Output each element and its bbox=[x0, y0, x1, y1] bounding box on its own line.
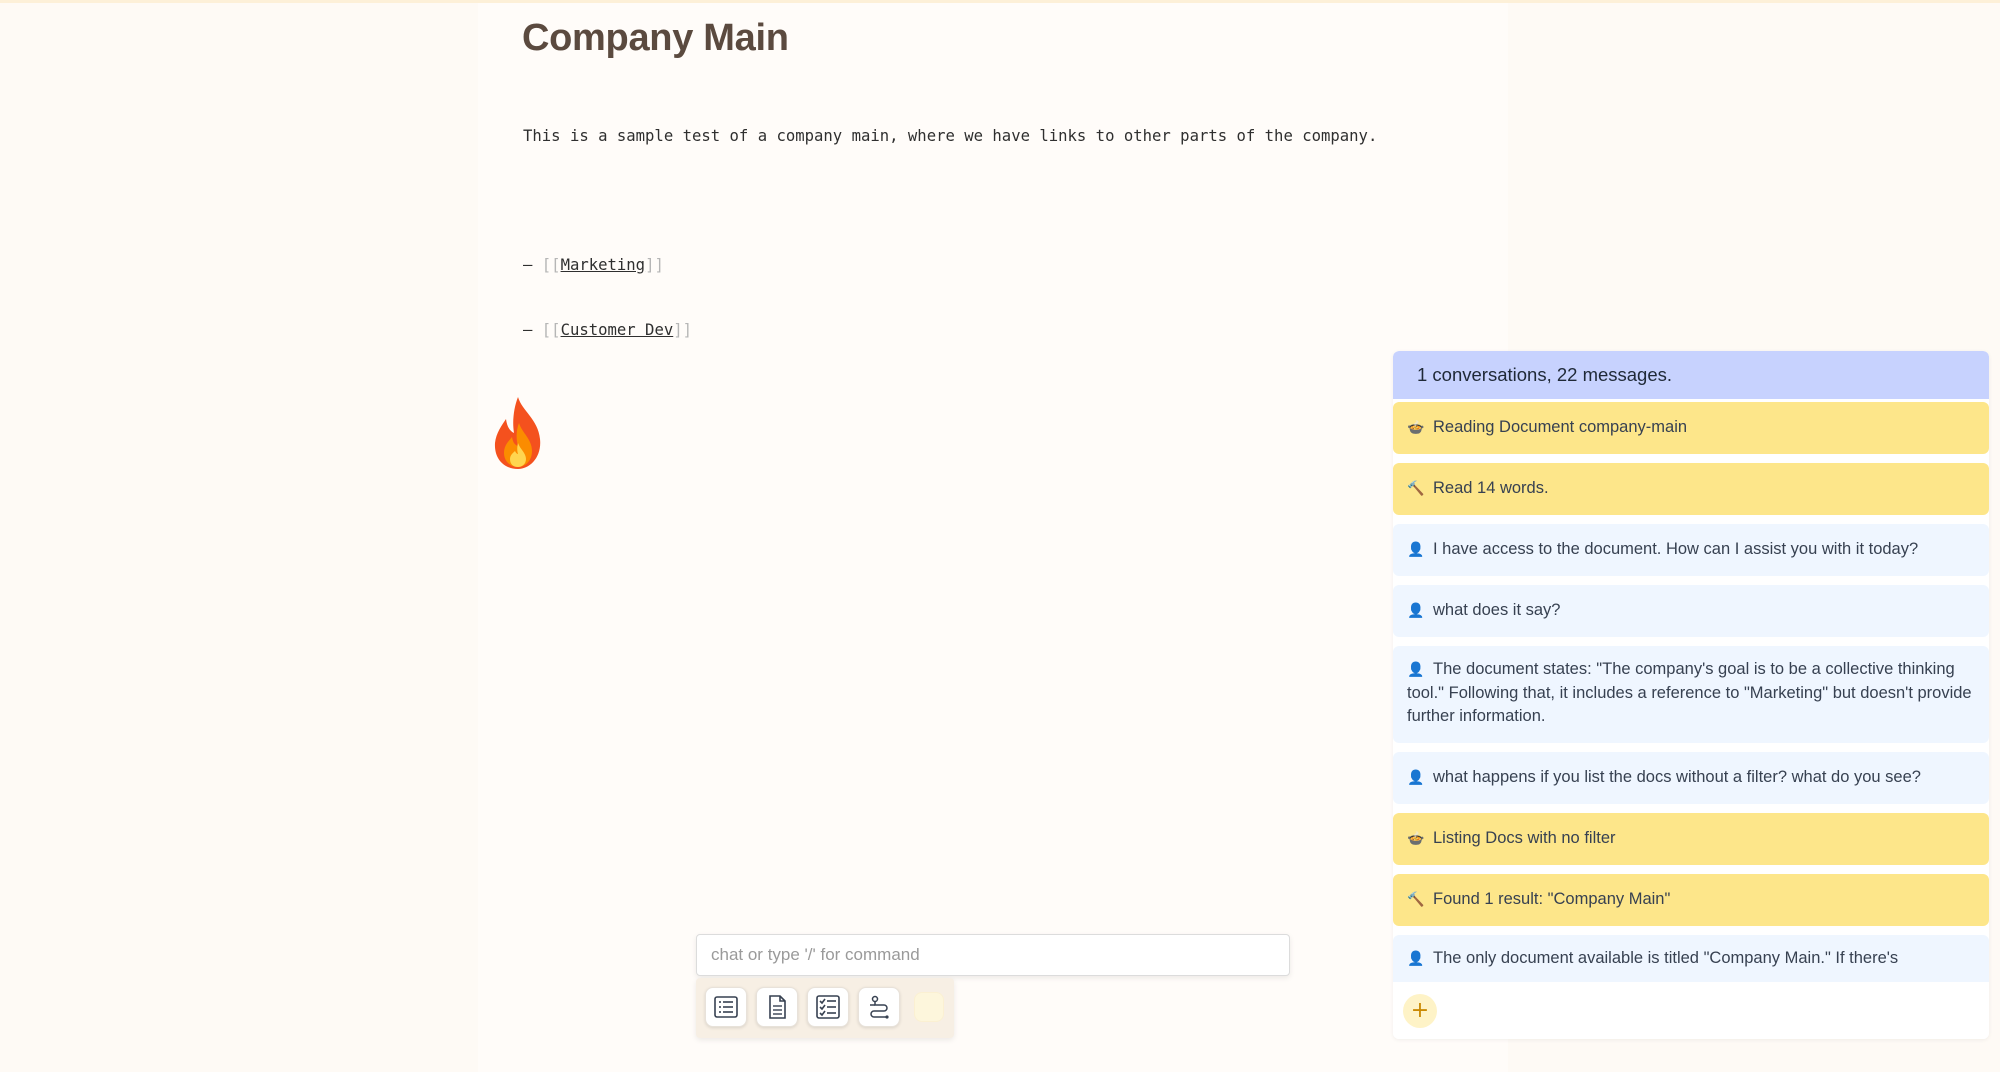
link-close-bracket: ]] bbox=[673, 320, 693, 339]
new-document-button[interactable] bbox=[756, 987, 798, 1027]
document-icon bbox=[769, 995, 786, 1019]
link-marketing[interactable]: Marketing bbox=[561, 256, 646, 274]
workflow-icon bbox=[870, 995, 889, 1019]
message-text: Listing Docs with no filter bbox=[1433, 829, 1616, 848]
composer-toolbar bbox=[696, 978, 954, 1038]
link-customer-dev[interactable]: Customer Dev bbox=[561, 321, 674, 339]
chat-panel: 1 conversations, 22 messages. 🍲 Reading D… bbox=[1393, 351, 1989, 1039]
message-text: Found 1 result: "Company Main" bbox=[1433, 890, 1671, 909]
flame-icon[interactable] bbox=[488, 395, 548, 471]
document-body[interactable]: This is a sample test of a company main,… bbox=[523, 83, 1377, 384]
message-item: 🍲 Listing Docs with no filter bbox=[1393, 813, 1989, 865]
message-item: 🍲 Reading Document company-main bbox=[1393, 402, 1989, 454]
message-item: 🔨 Found 1 result: "Company Main" bbox=[1393, 874, 1989, 926]
chat-panel-footer: + bbox=[1393, 982, 1989, 1039]
hammer-icon: 🔨 bbox=[1407, 891, 1425, 908]
list-item: – [[Customer Dev]] bbox=[523, 320, 1377, 342]
message-item: 👤 The document states: "The company's goa… bbox=[1393, 646, 1989, 743]
list-item: – [[Marketing]] bbox=[523, 255, 1377, 277]
message-text: what does it say? bbox=[1433, 601, 1561, 620]
message-text: I have access to the document. How can I… bbox=[1433, 540, 1919, 559]
message-item: 👤 I have access to the document. How can … bbox=[1393, 524, 1989, 576]
link-open-bracket: [[ bbox=[541, 320, 561, 339]
user-icon: 👤 bbox=[1407, 602, 1425, 619]
message-text: Reading Document company-main bbox=[1433, 418, 1688, 437]
list-bullet: – bbox=[523, 256, 542, 274]
message-item: 👤 what does it say? bbox=[1393, 585, 1989, 637]
message-text: Read 14 words. bbox=[1433, 479, 1549, 498]
message-text: what happens if you list the docs withou… bbox=[1433, 768, 1921, 787]
link-close-bracket: ]] bbox=[645, 256, 664, 274]
workflow-button[interactable] bbox=[858, 987, 900, 1027]
conversation-summary: 1 conversations, 22 messages. bbox=[1393, 351, 1989, 399]
hammer-icon: 🔨 bbox=[1407, 480, 1425, 497]
document-editor[interactable]: Company Main This is a sample test of a … bbox=[478, 3, 1508, 1072]
link-open-bracket: [[ bbox=[541, 256, 561, 274]
empty-slot bbox=[914, 992, 944, 1022]
user-icon: 👤 bbox=[1407, 950, 1425, 966]
user-icon: 👤 bbox=[1407, 769, 1425, 786]
pot-icon: 🍲 bbox=[1407, 419, 1425, 436]
list-bullet: – bbox=[523, 320, 542, 339]
pot-icon: 🍲 bbox=[1407, 830, 1425, 847]
list-button[interactable] bbox=[705, 987, 747, 1027]
message-list[interactable]: 🍲 Reading Document company-main 🔨 Read 14 … bbox=[1393, 399, 1989, 982]
list-icon bbox=[714, 996, 738, 1018]
document-intro: This is a sample test of a company main,… bbox=[523, 127, 1378, 145]
message-text: The document states: "The company's goal… bbox=[1407, 660, 1972, 725]
user-icon: 👤 bbox=[1407, 541, 1425, 558]
checklist-icon bbox=[816, 995, 840, 1019]
user-icon: 👤 bbox=[1407, 661, 1425, 677]
chat-input[interactable] bbox=[696, 934, 1290, 976]
page-title: Company Main bbox=[522, 17, 789, 59]
message-item: 👤 The only document available is titled "… bbox=[1393, 935, 1989, 982]
message-item: 👤 what happens if you list the docs witho… bbox=[1393, 752, 1989, 804]
message-text: The only document available is titled "C… bbox=[1433, 949, 1899, 967]
message-item: 🔨 Read 14 words. bbox=[1393, 463, 1989, 515]
checklist-button[interactable] bbox=[807, 987, 849, 1027]
add-button[interactable]: + bbox=[1403, 994, 1437, 1028]
